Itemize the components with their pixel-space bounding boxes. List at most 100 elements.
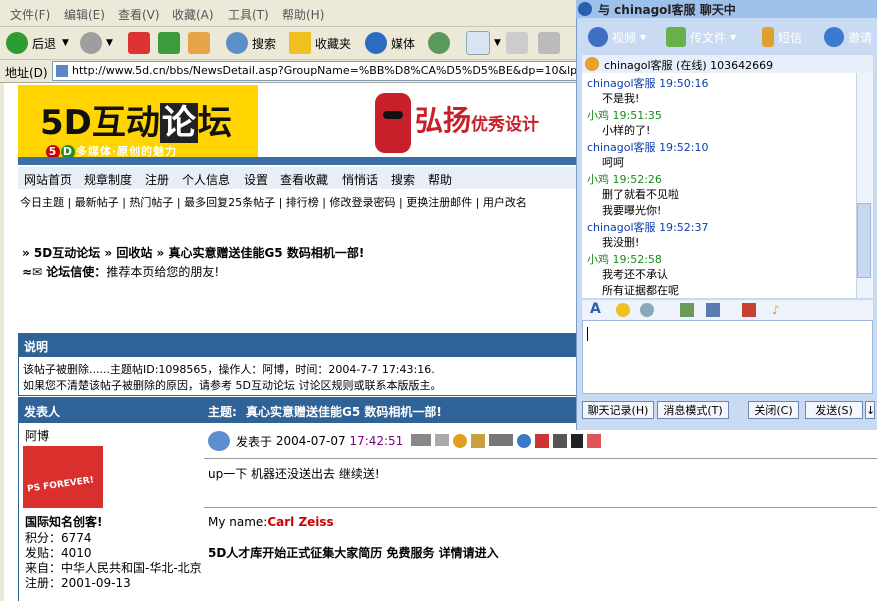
profile-icon[interactable] — [411, 434, 432, 446]
search-button[interactable]: 搜索 — [226, 31, 276, 55]
content-divider — [204, 458, 877, 459]
recommend-link[interactable]: 推荐本页给您的朋友! — [106, 265, 219, 279]
mail-button[interactable]: ▼ — [466, 31, 501, 55]
secondary-nav-links[interactable]: 今日主题 | 最新帖子 | 热门帖子 | 最多回复25条帖子 | 排行榜 | 修… — [20, 194, 527, 210]
refresh-button[interactable] — [158, 31, 184, 55]
menu-favorites[interactable]: 收藏(A) — [172, 6, 214, 23]
scrollbar-thumb[interactable] — [857, 203, 871, 278]
qq-icon[interactable] — [453, 434, 468, 448]
promo-link[interactable]: 5D人才库开始正式征集大家简历 免费服务 详情请进入 — [208, 544, 499, 561]
msn-icon[interactable] — [471, 434, 486, 448]
topic-title: 真心实意赠送佳能G5 数码相机一部! — [246, 405, 442, 419]
refresh-icon — [158, 32, 180, 54]
contact-avatar-icon — [585, 57, 599, 71]
gift-icon[interactable] — [742, 303, 756, 317]
url-input[interactable]: http://www.5d.cn/bbs/NewsDetail.asp?Grou… — [52, 61, 584, 81]
breadcrumb[interactable]: » 5D互动论坛 » 回收站 » 真心实意赠送佳能G5 数码相机一部! — [22, 244, 364, 261]
nav-help[interactable]: 帮助 — [428, 171, 452, 188]
download-icon[interactable] — [587, 434, 602, 448]
qq-message-input[interactable] — [582, 320, 873, 394]
stop-icon — [128, 32, 150, 54]
signature: My name:Carl Zeiss — [208, 515, 334, 529]
forward-button[interactable]: ▼ — [80, 31, 113, 55]
search-user-icon[interactable] — [517, 434, 532, 448]
post-content: 发表于 2004-07-07 17:42:51 up一下 机器还没送出去 继续送… — [204, 423, 877, 601]
notice-header: 说明 — [18, 333, 578, 357]
message-text: 删了就看不见啦 — [602, 188, 679, 201]
nav-search[interactable]: 搜索 — [391, 171, 415, 188]
forum-logo[interactable]: 5D互动论坛 5 D 多媒体·原创的魅力 — [18, 85, 258, 159]
nav-register[interactable]: 注册 — [145, 171, 169, 188]
message-header: 小鸡 19:52:58 — [587, 253, 662, 266]
camera-icon — [588, 27, 608, 47]
send-options-button[interactable]: ↓ — [865, 401, 875, 419]
post-meta: 发表于 2004-07-07 17:42:51 — [208, 431, 602, 451]
phone-icon — [762, 27, 774, 47]
qq-title-bar[interactable]: 与 chinagol客服 聊天中 — [576, 0, 877, 18]
quote-icon[interactable] — [571, 434, 584, 448]
nav-home[interactable]: 网站首页 — [24, 171, 72, 188]
ad-main-text: 弘扬 — [415, 104, 472, 137]
qq-sms-button[interactable]: 短信 — [762, 27, 802, 47]
music-icon[interactable]: ♪ — [772, 303, 786, 317]
secondary-nav: 今日主题 | 最新帖子 | 热门帖子 | 最多回复25条帖子 | 排行榜 | 修… — [18, 191, 578, 211]
qq-file-button[interactable]: 传文件 ▼ — [666, 27, 736, 47]
close-button[interactable]: 关闭(C) — [748, 401, 799, 419]
message-mode-button[interactable]: 消息模式(T) — [657, 401, 729, 419]
emoticon-icon[interactable] — [616, 303, 630, 317]
nav-rules[interactable]: 规章制度 — [84, 171, 132, 188]
menu-edit[interactable]: 编辑(E) — [64, 6, 105, 23]
nav-settings[interactable]: 设置 — [244, 171, 268, 188]
message-header: chinagol客服 19:50:16 — [587, 77, 709, 90]
message-text: 我要曝光你! — [602, 204, 662, 217]
chat-history-button[interactable]: 聊天记录(H) — [582, 401, 654, 419]
pm-icon[interactable] — [489, 434, 514, 446]
stop-button[interactable] — [128, 31, 154, 55]
reply-icon[interactable] — [553, 434, 568, 448]
edit-post-icon[interactable] — [535, 434, 550, 448]
media-button[interactable]: 媒体 — [365, 31, 415, 55]
recommend-label: 论坛信使： — [46, 265, 107, 279]
menu-help[interactable]: 帮助(H) — [282, 6, 324, 23]
post-body: up一下 机器还没送出去 继续送! — [208, 467, 380, 481]
nav-favorites[interactable]: 查看收藏 — [280, 171, 328, 188]
history-icon — [428, 32, 450, 54]
send-button[interactable]: 发送(S) — [805, 401, 863, 419]
nav-whisper[interactable]: 悄悄话 — [342, 171, 378, 188]
history-button[interactable] — [428, 31, 454, 55]
ad-banner[interactable]: 弘扬优秀设计 — [375, 93, 575, 155]
post-date: 2004-07-07 — [275, 434, 346, 448]
message-text: 我没删! — [602, 236, 640, 249]
voice-icon[interactable] — [640, 303, 654, 317]
nav-profile[interactable]: 个人信息 — [182, 171, 230, 188]
back-button[interactable]: 后退 ▼ — [6, 31, 69, 55]
message-icon[interactable] — [435, 434, 450, 446]
qq-video-button[interactable]: 视频 ▼ — [588, 27, 646, 47]
avatar[interactable]: PS FOREVER! — [23, 446, 103, 508]
author-column-label: 发表人 — [24, 405, 61, 419]
screenshot-icon[interactable] — [706, 303, 720, 317]
message-text: 小样的了! — [602, 124, 651, 137]
page-icon — [56, 65, 68, 77]
image-icon[interactable] — [680, 303, 694, 317]
topic-label: 主题: — [208, 405, 237, 419]
message-header: chinagol客服 19:52:10 — [587, 141, 709, 154]
menu-file[interactable]: 文件(F) — [10, 6, 50, 23]
back-arrow-icon — [6, 32, 28, 54]
author-name[interactable]: 阿博 — [25, 427, 49, 444]
font-icon[interactable]: A — [590, 301, 601, 317]
recommend-line: ≈✉ 论坛信使：推荐本页给您的朋友! — [22, 263, 219, 280]
print-button[interactable] — [506, 31, 532, 55]
favorites-button[interactable]: 收藏夹 — [289, 31, 351, 55]
message-header: chinagol客服 19:52:37 — [587, 221, 709, 234]
menu-tools[interactable]: 工具(T) — [228, 6, 269, 23]
qq-invite-button[interactable]: 邀请 — [824, 27, 872, 47]
menu-view[interactable]: 查看(V) — [118, 6, 160, 23]
printer-icon — [506, 32, 528, 54]
edit-button[interactable] — [538, 31, 564, 55]
forward-arrow-icon — [80, 32, 102, 54]
qq-penguin-icon — [578, 2, 592, 16]
notice-line-1: 该帖子被删除......主题帖ID:1098565，操作人：阿博，时间：2004… — [23, 363, 435, 376]
home-button[interactable] — [188, 31, 214, 55]
qq-message-log: chinagol客服 19:50:16 不是我! 小鸡 19:51:35 小样的… — [582, 73, 856, 298]
